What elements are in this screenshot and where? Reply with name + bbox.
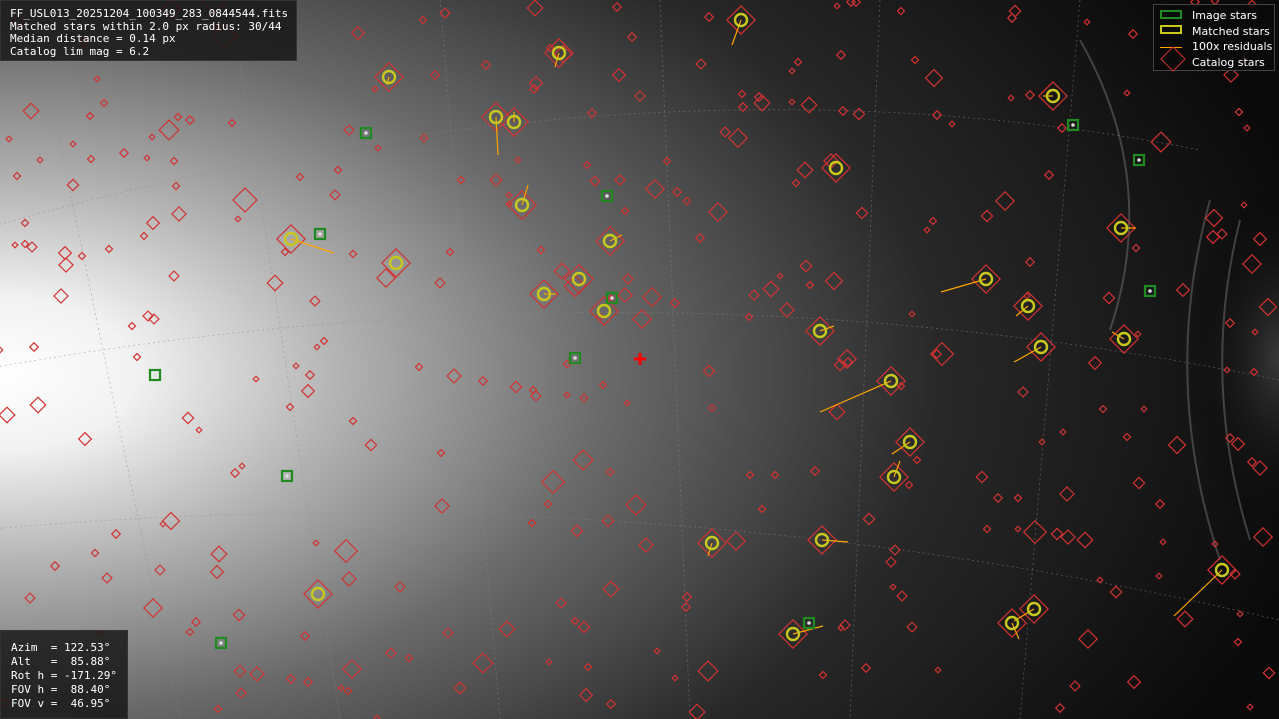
sky-image	[0, 0, 1279, 719]
catalog-star-icon	[1158, 46, 1186, 72]
image-star-core	[610, 296, 614, 300]
image-star-core	[318, 232, 322, 236]
legend-matched-stars: Matched stars	[1158, 24, 1274, 40]
image-star-icon	[1158, 9, 1184, 22]
pointing-fovv: FOV v = 46.95°	[11, 697, 111, 710]
legend-image-stars-label: Image stars	[1192, 9, 1257, 23]
image-star-core	[364, 131, 368, 135]
image-star-core	[219, 641, 223, 645]
image-star-core	[1071, 123, 1075, 127]
image-star-core	[807, 621, 811, 625]
image-star-core	[605, 194, 609, 198]
legend-catalog-stars-label: Catalog stars	[1192, 55, 1265, 69]
info-filename: FF_USL013_20251204_100349_283_0844544.fi…	[10, 7, 289, 20]
image-star-core	[1137, 158, 1141, 162]
legend: Image stars Matched stars 100x residuals…	[1153, 4, 1275, 72]
center-marker-v	[638, 353, 642, 365]
info-median: Median distance = 0.14 px	[10, 32, 176, 45]
legend-catalog-stars: Catalog stars	[1158, 46, 1274, 72]
image-star-core	[573, 356, 577, 360]
image-star-core	[1148, 289, 1152, 293]
legend-residuals-label: 100x residuals	[1192, 40, 1273, 54]
legend-image-stars: Image stars	[1158, 8, 1274, 24]
pointing-fovh: FOV h = 88.40°	[11, 683, 111, 696]
pointing-rot: Rot h = -171.29°	[11, 669, 117, 682]
image-star-core	[153, 373, 157, 377]
pointing-info-box: Azim = 122.53° Alt = 85.88° Rot h = -171.2…	[0, 630, 128, 719]
fit-info-box: FF_USL013_20251204_100349_283_0844544.fi…	[0, 0, 297, 61]
legend-matched-stars-label: Matched stars	[1192, 24, 1270, 38]
image-star-core	[285, 474, 289, 478]
matched-star-icon	[1158, 25, 1184, 37]
pointing-alt: Alt = 85.88°	[11, 655, 111, 668]
info-limmag: Catalog lim mag = 6.2	[10, 44, 150, 58]
pointing-azim: Azim = 122.53°	[11, 641, 111, 654]
